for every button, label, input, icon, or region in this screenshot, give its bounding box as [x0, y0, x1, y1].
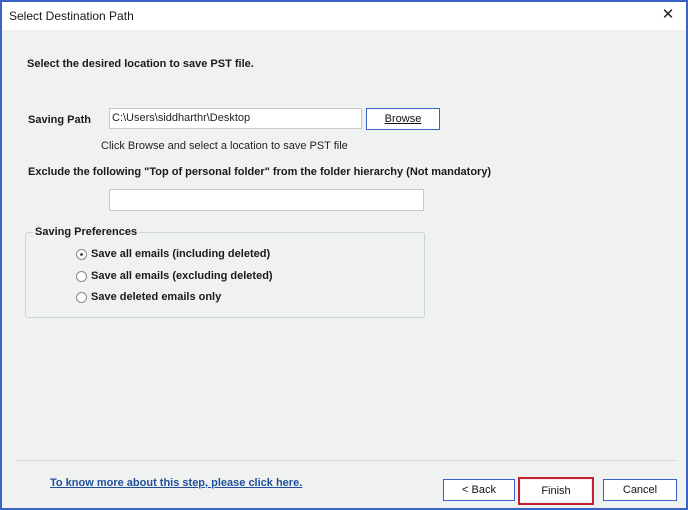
title-bar: Select Destination Path ✕: [2, 2, 686, 30]
radio-save-all-including-deleted[interactable]: Save all emails (including deleted): [76, 248, 270, 260]
help-link[interactable]: To know more about this step, please cli…: [50, 477, 302, 489]
radio-button-icon[interactable]: [76, 291, 87, 303]
radio-button-icon[interactable]: [76, 270, 87, 282]
browse-hint: Click Browse and select a location to sa…: [101, 140, 348, 152]
browse-button-label: Browse: [384, 113, 422, 125]
cancel-button[interactable]: Cancel: [603, 479, 677, 501]
radio-label: Save all emails (excluding deleted): [91, 270, 273, 282]
saving-path-input[interactable]: C:\Users\siddharthr\Desktop: [109, 108, 362, 129]
dialog-content: Select the desired location to save PST …: [2, 30, 686, 508]
exclude-folder-label: Exclude the following "Top of personal f…: [28, 166, 492, 178]
close-icon[interactable]: ✕: [658, 5, 678, 25]
dialog-window: Select Destination Path ✕ Select the des…: [0, 0, 688, 510]
finish-button[interactable]: Finish: [521, 480, 591, 502]
exclude-folder-input[interactable]: [109, 189, 424, 211]
dialog-title: Select Destination Path: [9, 9, 134, 23]
browse-button[interactable]: Browse: [366, 108, 440, 130]
radio-save-deleted-only[interactable]: Save deleted emails only: [76, 291, 221, 303]
radio-button-icon[interactable]: [76, 248, 87, 260]
saving-preferences-title: Saving Preferences: [33, 226, 140, 238]
instruction-text: Select the desired location to save PST …: [27, 58, 254, 70]
radio-label: Save deleted emails only: [91, 291, 222, 303]
footer-divider: [16, 460, 676, 461]
radio-save-all-excluding-deleted[interactable]: Save all emails (excluding deleted): [76, 270, 273, 282]
back-button[interactable]: < Back: [443, 479, 515, 501]
saving-path-label: Saving Path: [28, 114, 91, 126]
radio-label: Save all emails (including deleted): [91, 248, 271, 260]
